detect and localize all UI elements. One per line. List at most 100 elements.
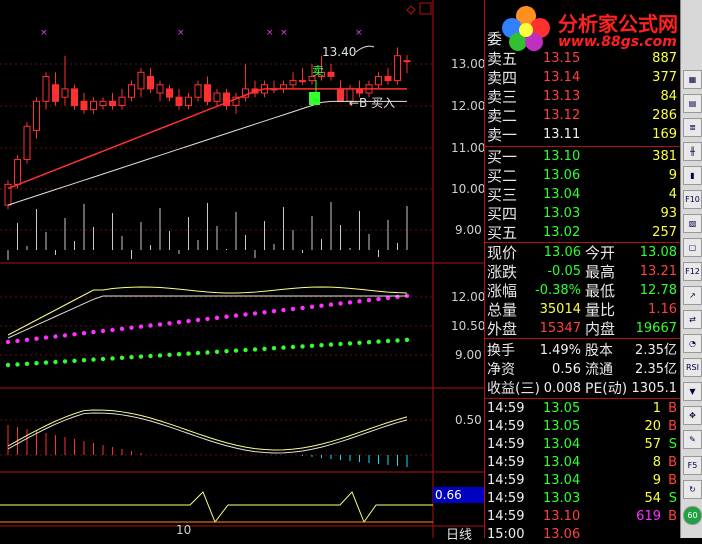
fundamental-label: 换手 xyxy=(487,343,515,359)
bid-row[interactable]: 买三 13.04 4 xyxy=(485,186,681,204)
indicator3-value-chip: 0.66 xyxy=(433,487,485,503)
bar-icon[interactable]: ▮ xyxy=(683,166,702,185)
tick-row: 14:59 13.03 54 S xyxy=(485,490,681,508)
indicator-2 xyxy=(7,409,408,467)
divider xyxy=(485,398,681,399)
signal-x-marker: × xyxy=(280,28,288,38)
ind1-dot-green xyxy=(176,352,182,357)
ind1-dot-green xyxy=(395,338,400,343)
stat-label: 外盘 xyxy=(487,320,518,338)
tick-row: 14:59 13.04 57 S xyxy=(485,436,681,454)
price-tick-3: 11.00 xyxy=(451,141,484,155)
ind1-dot-green xyxy=(385,338,391,344)
ask-row[interactable]: 卖一 13.11 169 xyxy=(485,126,681,144)
move-icon[interactable]: ✥ xyxy=(683,406,702,425)
compare-icon[interactable]: ⇄ xyxy=(683,310,702,329)
indicator1-axis: 12.00 10.50 9.00 xyxy=(451,290,485,362)
ind1-dot-green xyxy=(34,361,39,366)
ask-volume: 286 xyxy=(652,108,677,123)
candle-icon[interactable]: ╫ xyxy=(683,142,702,161)
moving-averages xyxy=(7,88,407,206)
trend-icon[interactable]: ↗ xyxy=(683,286,702,305)
bid-row[interactable]: 买五 13.02 257 xyxy=(485,224,681,242)
candle-body xyxy=(289,80,297,86)
kline-chart[interactable]: × × × × × 13.00 12.00 11.00 10.00 9.00 12.00… xyxy=(0,0,485,538)
list-icon[interactable]: ≣ xyxy=(683,118,702,137)
tick-time: 14:59 xyxy=(487,509,525,524)
divider xyxy=(485,242,681,243)
quote-panel: 委 卖五 13.15 887 卖四 13.14 377 卖三 13.13 84 卖二 13.12 28… xyxy=(484,0,681,542)
stat-value: 35014 xyxy=(539,302,581,317)
ask-price: 13.12 xyxy=(543,108,581,123)
ind1-dot-magenta xyxy=(281,307,286,313)
panel-maximize-icon[interactable] xyxy=(419,2,432,15)
tick-time: 14:59 xyxy=(487,455,525,470)
stat-value: 13.06 xyxy=(543,245,581,260)
candle-body xyxy=(156,84,164,94)
ind1-dot-magenta xyxy=(357,299,362,304)
ind1-dot-magenta xyxy=(119,326,125,331)
bid-row[interactable]: 买二 13.06 9 xyxy=(485,167,681,185)
tick-time: 14:59 xyxy=(487,491,525,506)
refresh-icon[interactable]: ↻ xyxy=(683,480,702,499)
candle-body xyxy=(185,96,192,106)
logo-title: 分析家公式网 xyxy=(558,12,678,36)
pencil-icon[interactable]: ✎ xyxy=(683,430,702,449)
candle-body xyxy=(337,88,344,102)
candle-body xyxy=(213,92,221,102)
ask-price: 13.14 xyxy=(543,70,581,85)
clock-icon[interactable]: ◔ xyxy=(683,334,702,353)
period-label[interactable]: 日线 xyxy=(446,524,472,543)
bid-row[interactable]: 买四 13.03 93 xyxy=(485,205,681,223)
tick-side: B xyxy=(668,455,677,470)
ind2-line-yellow xyxy=(7,409,408,451)
f5-icon[interactable]: F5 xyxy=(683,456,702,475)
stat-label-2: 内盘 xyxy=(585,320,616,338)
sixty-minute-icon[interactable]: 60 xyxy=(683,506,702,525)
ind1-dot-magenta xyxy=(328,302,334,307)
window-icon[interactable]: ▢ xyxy=(683,238,702,257)
tick-price: 13.04 xyxy=(543,455,581,470)
fundamental-value: 1.49% xyxy=(539,343,581,358)
signal-x-marker: × xyxy=(355,28,363,38)
panel-toggle-icon[interactable] xyxy=(406,5,416,15)
ind1-dot-green xyxy=(357,340,362,345)
ind1-dot-magenta xyxy=(319,303,324,308)
f12-icon[interactable]: F12 xyxy=(683,262,702,281)
tick-volume: 619 xyxy=(636,509,661,524)
candle-body xyxy=(90,100,97,111)
ind1-dot-magenta xyxy=(167,321,172,326)
price-tick-5: 9.00 xyxy=(455,223,482,237)
ind1-dot-green xyxy=(338,341,343,347)
kline-chart-area[interactable]: × × × × × 13.00 12.00 11.00 10.00 9.00 12.00… xyxy=(0,0,485,538)
chart-icon[interactable]: ▧ xyxy=(683,214,702,233)
bid-row[interactable]: 买一 13.10 381 xyxy=(485,148,681,166)
bid-volume: 257 xyxy=(652,225,677,240)
candle-body xyxy=(327,71,335,77)
f10-icon[interactable]: F10 xyxy=(683,190,702,209)
table-icon[interactable]: ▤ xyxy=(683,94,702,113)
tick-price: 13.06 xyxy=(543,527,581,542)
stat-value: -0.05 xyxy=(547,264,581,279)
ask-row[interactable]: 卖三 13.13 84 xyxy=(485,88,681,106)
ind1-dot-green xyxy=(319,343,324,348)
stat-label-2: 量比 xyxy=(585,301,616,319)
fundamental-row: 净资 0.56 流通 2.35亿 xyxy=(485,361,681,379)
grid-icon[interactable]: ▦ xyxy=(683,70,702,89)
ind1-dot-green xyxy=(72,358,77,363)
ask-row[interactable]: 卖四 13.14 377 xyxy=(485,69,681,87)
stat-label: 涨幅 xyxy=(487,282,518,300)
rsi-icon[interactable]: RSI xyxy=(683,358,702,377)
ind1-dot-green xyxy=(157,353,163,358)
bid-label: 买二 xyxy=(487,167,518,185)
ask-row[interactable]: 卖二 13.12 286 xyxy=(485,107,681,125)
ind1-dot-green xyxy=(43,360,49,365)
candle-body xyxy=(384,75,392,82)
ind1-dot-magenta xyxy=(43,335,49,340)
ind1-dot-magenta xyxy=(24,337,30,342)
bookmark-icon[interactable]: ▼ xyxy=(683,382,702,401)
signal-x-marker: × xyxy=(266,28,274,38)
ask-price: 13.11 xyxy=(543,127,581,142)
ind1-dot-magenta xyxy=(15,338,20,344)
ind1-dot-magenta xyxy=(100,328,106,334)
